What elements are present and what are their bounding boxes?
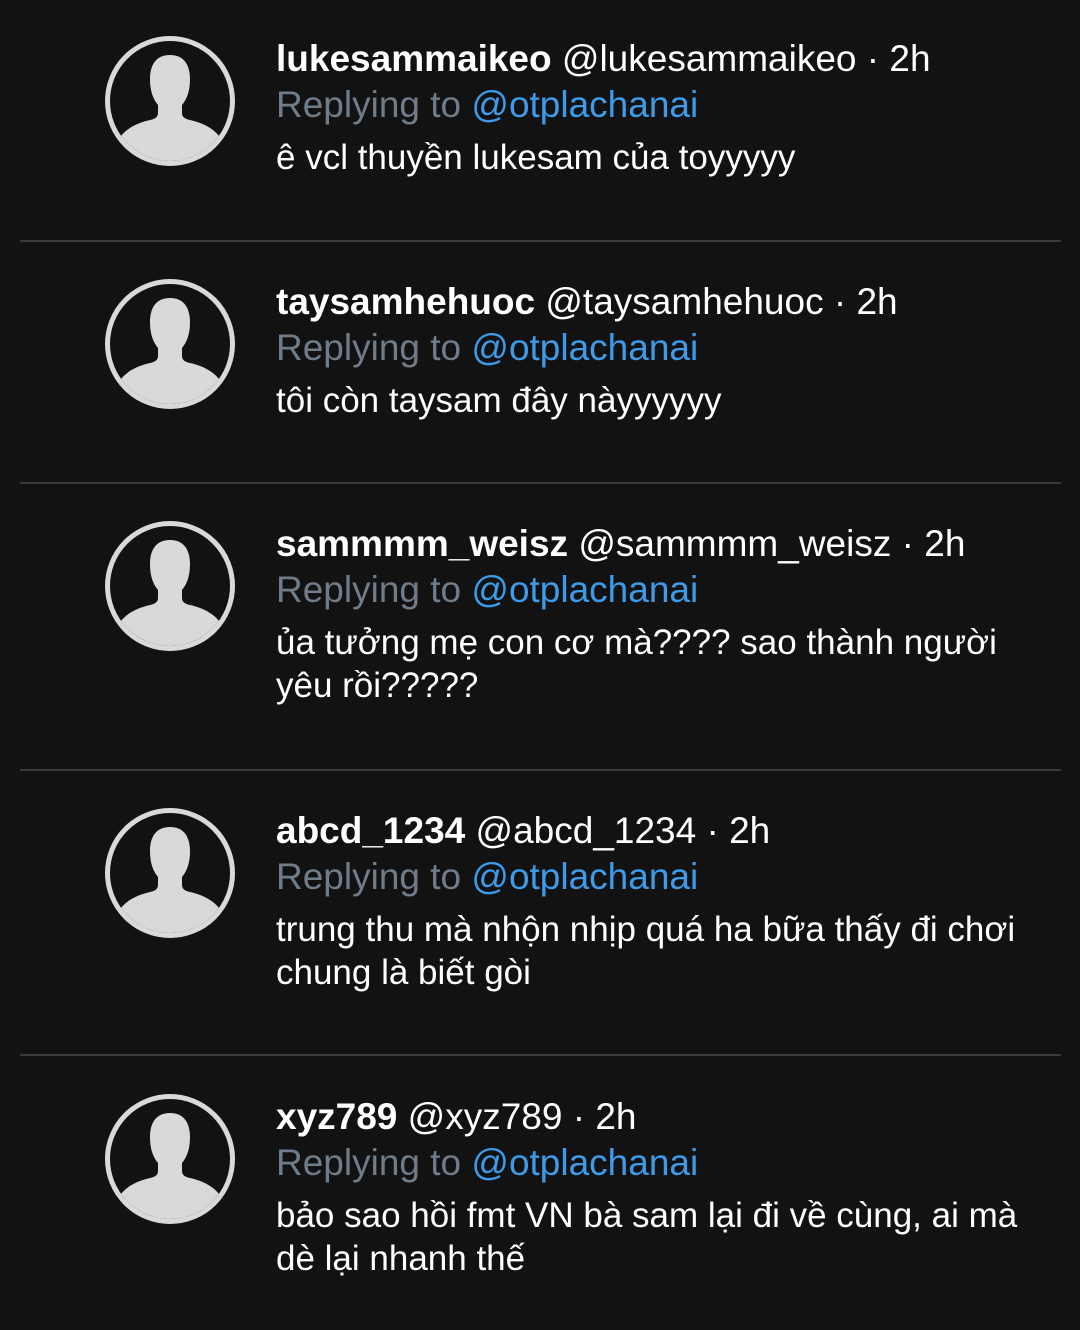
reply-item[interactable]: sammmm_weisz @sammmm_weisz · 2h Replying… (0, 484, 1080, 770)
mention-link[interactable]: @otplachanai (471, 569, 698, 610)
reply-text: ê vcl thuyền lukesam của toyyyyy (276, 138, 796, 177)
user-handle[interactable]: @abcd_1234 (476, 810, 697, 851)
avatar[interactable] (105, 808, 235, 938)
separator-dot: · (901, 523, 914, 564)
default-avatar-icon (116, 55, 224, 161)
replying-to-label: Replying to (276, 1142, 462, 1183)
default-avatar-icon (116, 1113, 224, 1219)
mention-link[interactable]: @otplachanai (471, 856, 698, 897)
reply-item[interactable]: lukesammaikeo @lukesammaikeo · 2h Replyi… (0, 0, 1080, 241)
reply-item[interactable]: taysamhehuoc @taysamhehuoc · 2h Replying… (0, 242, 1080, 483)
reply-header: lukesammaikeo @lukesammaikeo · 2h (276, 36, 1062, 82)
timestamp[interactable]: 2h (889, 38, 930, 79)
reply-item[interactable]: abcd_1234 @abcd_1234 · 2h Replying to @o… (0, 771, 1080, 1055)
timestamp[interactable]: 2h (856, 281, 897, 322)
timestamp[interactable]: 2h (595, 1096, 636, 1137)
mention-link[interactable]: @otplachanai (471, 84, 698, 125)
reply-text: trung thu mà nhộn nhịp quá ha bữa thấy đ… (276, 910, 1016, 992)
reply-header: abcd_1234 @abcd_1234 · 2h (276, 808, 1062, 854)
replying-to-line: Replying to @otplachanai (276, 325, 1062, 371)
default-avatar-icon (116, 298, 224, 404)
separator-dot: · (833, 281, 847, 322)
replying-to-line: Replying to @otplachanai (276, 82, 1062, 128)
avatar[interactable] (105, 36, 235, 166)
separator-dot: · (866, 38, 880, 79)
user-handle[interactable]: @sammmm_weisz (578, 523, 891, 564)
timestamp[interactable]: 2h (729, 810, 770, 851)
replying-to-line: Replying to @otplachanai (276, 1140, 1062, 1186)
user-handle[interactable]: @xyz789 (408, 1096, 563, 1137)
avatar[interactable] (105, 521, 235, 651)
mention-link[interactable]: @otplachanai (471, 1142, 698, 1183)
separator-dot: · (572, 1096, 586, 1137)
replying-to-label: Replying to (276, 327, 462, 368)
display-name[interactable]: xyz789 (276, 1096, 397, 1137)
reply-header: taysamhehuoc @taysamhehuoc · 2h (276, 279, 1062, 325)
user-handle[interactable]: @taysamhehuoc (545, 281, 823, 322)
mention-link[interactable]: @otplachanai (471, 327, 698, 368)
display-name[interactable]: lukesammaikeo (276, 38, 552, 79)
timestamp[interactable]: 2h (924, 523, 965, 564)
display-name[interactable]: taysamhehuoc (276, 281, 535, 322)
replying-to-label: Replying to (276, 569, 462, 610)
replying-to-line: Replying to @otplachanai (276, 567, 1062, 613)
reply-text: bảo sao hồi fmt VN bà sam lại đi về cùng… (276, 1196, 1018, 1278)
display-name[interactable]: sammmm_weisz (276, 523, 568, 564)
replying-to-label: Replying to (276, 856, 462, 897)
reply-text: tôi còn taysam đây nàyyyyyy (276, 381, 722, 420)
reply-header: sammmm_weisz @sammmm_weisz · 2h (276, 521, 1062, 567)
default-avatar-icon (116, 827, 224, 933)
reply-text: ủa tưởng mẹ con cơ mà???? sao thành ngườ… (276, 623, 997, 705)
replying-to-label: Replying to (276, 84, 462, 125)
avatar[interactable] (105, 279, 235, 409)
replying-to-line: Replying to @otplachanai (276, 854, 1062, 900)
user-handle[interactable]: @lukesammaikeo (562, 38, 857, 79)
reply-item[interactable]: xyz789 @xyz789 · 2h Replying to @otplach… (0, 1056, 1080, 1330)
default-avatar-icon (116, 540, 224, 646)
reply-header: xyz789 @xyz789 · 2h (276, 1094, 1062, 1140)
separator-dot: · (706, 810, 719, 851)
display-name[interactable]: abcd_1234 (276, 810, 465, 851)
avatar[interactable] (105, 1094, 235, 1224)
